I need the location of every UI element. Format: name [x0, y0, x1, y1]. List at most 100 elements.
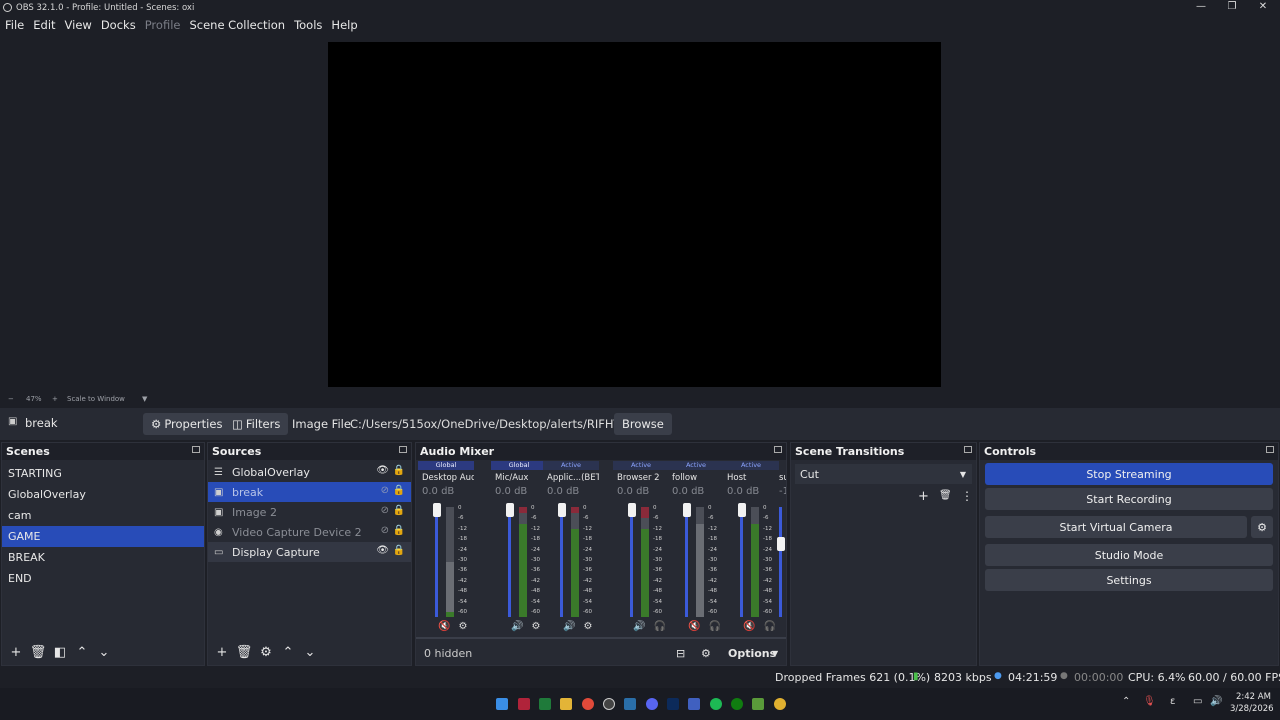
photoshop-icon[interactable]	[667, 698, 679, 710]
start-virtual-camera-button[interactable]: Start Virtual Camera	[985, 516, 1247, 538]
gear-icon[interactable]: ⚙	[1251, 516, 1273, 538]
channel-name-dropdown[interactable]: Mic/Aux	[491, 470, 547, 483]
language-icon[interactable]: ɛ	[1170, 696, 1175, 707]
channel-name-dropdown[interactable]: sul	[775, 470, 786, 483]
source-item-display-capture[interactable]: ▭ Display Capture 👁 🔒	[208, 542, 411, 562]
zoom-in-button[interactable]: +	[52, 395, 58, 403]
menu-docks[interactable]: Docks	[101, 18, 136, 32]
studio-mode-button[interactable]: Studio Mode	[985, 544, 1273, 566]
close-button[interactable]: ✕	[1248, 0, 1278, 15]
menu-file[interactable]: File	[5, 18, 24, 32]
source-item-image-2[interactable]: ▣ Image 2 ⊘ 🔒	[208, 502, 411, 522]
volume-fader-knob[interactable]	[628, 503, 636, 517]
volume-fader-knob[interactable]	[777, 537, 785, 551]
restore-button[interactable]: ❐	[1217, 0, 1247, 15]
chevron-down-icon[interactable]: ▼	[142, 395, 147, 403]
menu-tools[interactable]: Tools	[294, 18, 322, 32]
float-dock-icon[interactable]	[399, 446, 407, 453]
more-options-icon[interactable]: ⋮	[961, 489, 973, 503]
headphones-icon[interactable]: 🎧	[708, 621, 720, 632]
float-dock-icon[interactable]	[1266, 446, 1274, 453]
volume-fader-knob[interactable]	[506, 503, 514, 517]
float-dock-icon[interactable]	[774, 446, 782, 453]
muted-speaker-icon[interactable]: 🔇	[688, 621, 700, 632]
source-item-video-capture[interactable]: ◉ Video Capture Device 2 ⊘ 🔒	[208, 522, 411, 542]
volume-fader-knob[interactable]	[738, 503, 746, 517]
minecraft-icon[interactable]	[752, 698, 764, 710]
eye-hidden-icon[interactable]: ⊘	[381, 485, 389, 496]
tray-chevron-icon[interactable]: ⌃	[1122, 696, 1130, 707]
gear-icon[interactable]: ⚙	[256, 643, 276, 663]
advanced-audio-icon[interactable]: ⚙	[701, 647, 711, 660]
eye-icon[interactable]: 👁	[376, 465, 389, 476]
channel-name-dropdown[interactable]: follow	[668, 470, 724, 483]
windows-start-icon[interactable]	[496, 698, 508, 710]
lock-icon[interactable]: 🔒	[393, 505, 405, 516]
layout-toggle-icon[interactable]: ⊟	[676, 647, 685, 660]
source-item-globaloverlay[interactable]: ☰ GlobalOverlay 👁 🔒	[208, 462, 411, 482]
channel-settings-icon[interactable]: ⚙	[531, 621, 540, 632]
transition-select[interactable]: Cut ▼	[795, 464, 972, 484]
acrobat-icon[interactable]	[518, 698, 530, 710]
stop-streaming-button[interactable]: Stop Streaming	[985, 463, 1273, 485]
trash-icon[interactable]: 🗑	[234, 643, 254, 663]
scene-item-game[interactable]: GAME	[2, 526, 204, 547]
image-path-field[interactable]: C:/Users/515ox/OneDrive/Desktop/alerts/R…	[350, 417, 645, 431]
move-up-icon[interactable]: ⌃	[278, 643, 298, 663]
zoom-out-button[interactable]: −	[8, 395, 14, 403]
xbox-icon[interactable]	[731, 698, 743, 710]
menu-help[interactable]: Help	[331, 18, 357, 32]
volume-icon[interactable]: 🔊	[1210, 696, 1222, 707]
channel-name-dropdown[interactable]: Browser 2	[613, 470, 669, 483]
move-down-icon[interactable]: ⌄	[94, 643, 114, 663]
move-down-icon[interactable]: ⌄	[300, 643, 320, 663]
muted-speaker-icon[interactable]: 🔇	[438, 621, 450, 632]
scene-item-break[interactable]: BREAK	[2, 547, 204, 568]
add-source-icon[interactable]: +	[212, 643, 232, 663]
menu-profile[interactable]: Profile	[145, 18, 181, 32]
channel-name-dropdown[interactable]: Desktop Audio	[418, 470, 474, 483]
volume-fader-track[interactable]	[685, 507, 688, 617]
volume-fader-track[interactable]	[560, 507, 563, 617]
app-icon[interactable]	[688, 698, 700, 710]
scene-item-starting[interactable]: STARTING	[2, 463, 204, 484]
speaker-icon[interactable]: 🔊	[633, 621, 645, 632]
add-scene-icon[interactable]: +	[6, 643, 26, 663]
channel-name-dropdown[interactable]: Host	[723, 470, 779, 483]
start-recording-button[interactable]: Start Recording	[985, 488, 1273, 510]
discord-icon[interactable]	[646, 698, 658, 710]
minimize-button[interactable]: —	[1186, 0, 1216, 15]
volume-fader-knob[interactable]	[683, 503, 691, 517]
scene-filters-icon[interactable]: ◧	[50, 643, 70, 663]
lock-icon[interactable]: 🔒	[393, 485, 405, 496]
scene-item-end[interactable]: END	[2, 568, 204, 589]
scene-item-cam[interactable]: cam	[2, 505, 204, 526]
properties-button[interactable]: ⚙ Properties	[143, 413, 231, 435]
volume-fader-track[interactable]	[508, 507, 511, 617]
add-transition-icon[interactable]: +	[918, 489, 929, 504]
speaker-icon[interactable]: 🔊	[563, 621, 575, 632]
mixer-scrollbar[interactable]	[416, 637, 786, 639]
float-dock-icon[interactable]	[192, 446, 200, 453]
channel-settings-icon[interactable]: ⚙	[458, 621, 467, 632]
muted-speaker-icon[interactable]: 🔇	[743, 621, 755, 632]
file-explorer-icon[interactable]	[560, 698, 572, 710]
channel-name-dropdown[interactable]: Applic...(BETA)	[543, 470, 599, 483]
browse-button[interactable]: Browse	[614, 413, 672, 435]
obs-taskbar-icon[interactable]	[603, 698, 615, 710]
settings-button[interactable]: Settings	[985, 569, 1273, 591]
trash-icon[interactable]: 🗑	[28, 643, 48, 663]
options-button[interactable]: Options	[728, 647, 776, 660]
volume-fader-track[interactable]	[779, 507, 782, 617]
chrome-icon[interactable]	[582, 698, 594, 710]
lock-icon[interactable]: 🔒	[393, 525, 405, 536]
spotify-icon[interactable]	[710, 698, 722, 710]
preview-canvas[interactable]	[328, 42, 941, 387]
network-icon[interactable]: ▭	[1193, 696, 1202, 707]
volume-fader-knob[interactable]	[558, 503, 566, 517]
menu-scene-collection[interactable]: Scene Collection	[189, 18, 285, 32]
volume-fader-track[interactable]	[740, 507, 743, 617]
volume-fader-track[interactable]	[630, 507, 633, 617]
lock-icon[interactable]: 🔒	[393, 465, 405, 476]
steam-icon[interactable]	[624, 698, 636, 710]
